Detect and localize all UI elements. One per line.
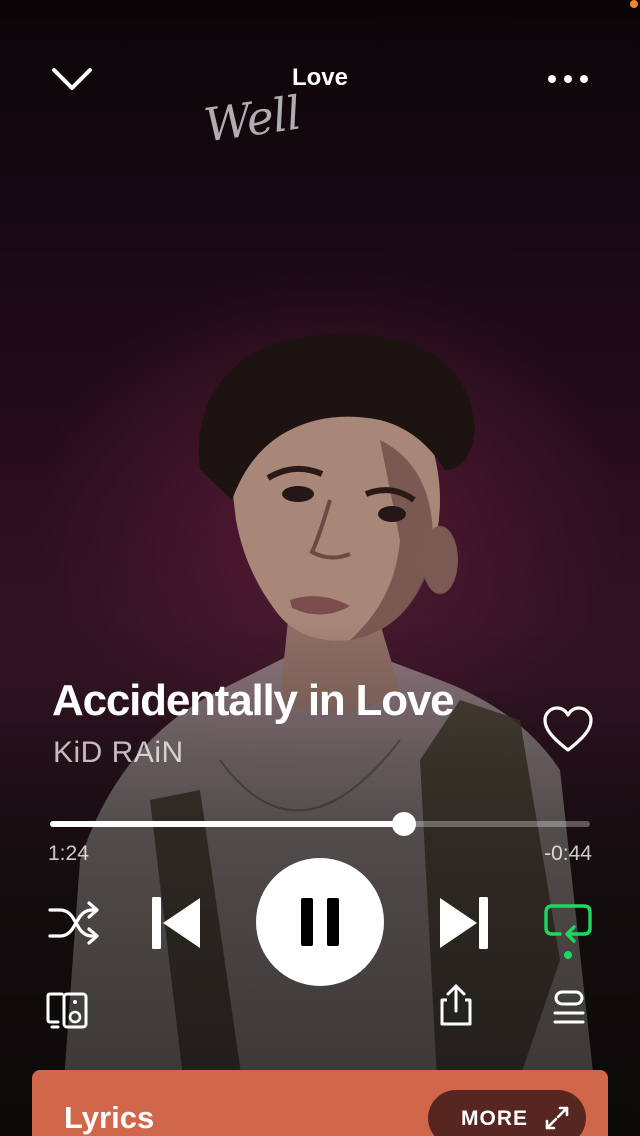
more-label: MORE [461, 1107, 528, 1130]
skip-previous-icon [152, 897, 200, 949]
shuffle-button[interactable] [46, 898, 100, 948]
lyrics-card[interactable]: Lyrics MORE [32, 1070, 608, 1136]
recording-indicator [630, 0, 638, 8]
track-title[interactable]: Accidentally in Love [52, 676, 455, 726]
more-options-button[interactable] [540, 64, 596, 94]
shuffle-icon [48, 901, 99, 945]
repeat-button[interactable] [540, 896, 596, 962]
chevron-down-icon [52, 68, 92, 90]
skip-next-icon [440, 897, 488, 949]
elapsed-time: 1:24 [48, 842, 89, 865]
expand-icon [545, 1106, 569, 1130]
now-playing-screen: Well Love Accidentally in Love KiD RAiN … [0, 0, 640, 1136]
connect-devices-button[interactable] [44, 986, 90, 1032]
heart-icon [543, 706, 593, 752]
queue-button[interactable] [546, 986, 592, 1030]
lyrics-title: Lyrics [64, 1100, 155, 1135]
share-icon [440, 984, 472, 1026]
more-horizontal-icon [548, 75, 588, 83]
next-button[interactable] [432, 892, 494, 954]
remaining-time: -0:44 [544, 842, 592, 865]
progress-fill [50, 821, 405, 827]
devices-icon [46, 992, 88, 1029]
like-button[interactable] [540, 704, 596, 756]
repeat-icon [544, 904, 592, 959]
previous-button[interactable] [146, 892, 208, 954]
queue-icon [553, 990, 585, 1024]
collapse-button[interactable] [46, 58, 98, 102]
lyrics-more-button[interactable]: MORE [428, 1090, 586, 1136]
artist-name[interactable]: KiD RAiN [53, 736, 184, 770]
pause-icon [301, 898, 339, 946]
pause-button[interactable] [256, 858, 384, 986]
progress-bar[interactable] [50, 812, 590, 836]
context-title: Love [291, 64, 348, 91]
share-button[interactable] [434, 982, 478, 1028]
